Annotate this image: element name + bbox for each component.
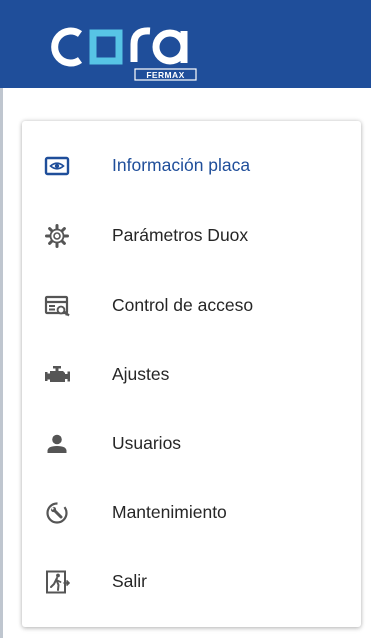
exit-door-icon <box>44 569 70 595</box>
menu-item-salir[interactable]: Salir <box>22 553 361 609</box>
engine-icon <box>44 362 70 388</box>
person-icon <box>44 431 70 457</box>
menu-item-mantenimiento[interactable]: Mantenimiento <box>22 484 361 540</box>
main-menu: Información placa Parámetros Duox Contro… <box>22 121 361 627</box>
panel-eye-icon <box>44 153 70 179</box>
menu-item-control-de-acceso[interactable]: Control de acceso <box>22 277 361 333</box>
menu-item-usuarios[interactable]: Usuarios <box>22 415 361 471</box>
menu-item-label: Usuarios <box>112 433 182 453</box>
menu-item-label: Parámetros Duox <box>112 225 249 245</box>
gear-icon <box>44 223 70 249</box>
app-header: FERMAX <box>0 0 371 88</box>
menu-item-informacion-placa[interactable]: Información placa <box>22 137 361 193</box>
menu-item-label: Ajustes <box>112 364 170 384</box>
menu-item-label: Mantenimiento <box>112 502 227 522</box>
cora-fermax-logo: FERMAX <box>51 27 197 81</box>
menu-item-ajustes[interactable]: Ajustes <box>22 346 361 402</box>
menu-item-parametros-duox[interactable]: Parámetros Duox <box>22 207 361 263</box>
access-card-icon <box>44 293 70 319</box>
wrench-clock-icon <box>44 500 70 526</box>
side-border <box>0 88 3 638</box>
menu-item-label: Información placa <box>112 155 251 175</box>
menu-item-label: Control de acceso <box>112 295 254 315</box>
svg-text:FERMAX: FERMAX <box>146 70 184 80</box>
menu-item-label: Salir <box>112 571 148 591</box>
